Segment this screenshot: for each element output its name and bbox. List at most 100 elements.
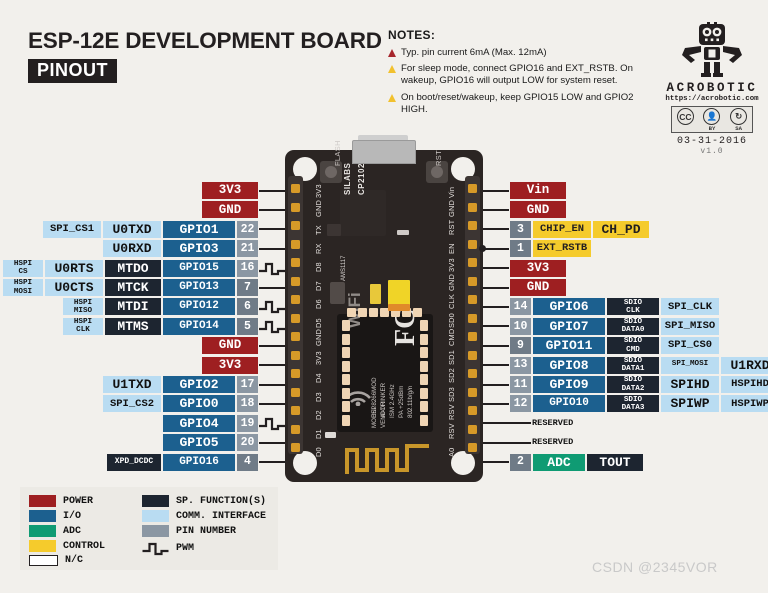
board-silk-label: D3 <box>314 391 323 402</box>
module-pad <box>342 360 350 372</box>
acrobotic-logo-block: ACROBOTIC https://acrobotic.com CCx 👤BY … <box>663 22 761 156</box>
pin-row-right: 1 EXT_RSTB <box>479 240 592 258</box>
pin-label-spiwp: SPIWP <box>661 395 719 413</box>
note-text: On boot/reset/wakeup, keep GPIO15 LOW an… <box>401 91 634 115</box>
pin-lead <box>483 228 509 231</box>
pin-row-right: 9 GPIO11 SDIO CMD SPI_CS0 <box>483 337 720 355</box>
header-pad <box>291 406 300 415</box>
pin-label-3v3: 3V3 <box>202 182 258 199</box>
board-silk-label: CLK <box>447 294 456 309</box>
module-pad <box>413 308 422 317</box>
warning-triangle-icon <box>388 49 396 57</box>
pin-label-adc: ADC <box>533 453 585 471</box>
header-pad <box>291 332 300 341</box>
notes-heading: NOTES: <box>388 28 436 42</box>
board-silk-label: RX <box>314 242 323 254</box>
pin-label-gpio14: GPIO14 <box>163 317 235 335</box>
transistor <box>327 224 341 236</box>
pin-row-right: 12 GPIO10 SDIO DATA3 SPIWP HSPIWP <box>483 395 768 413</box>
note-text: For sleep mode, connect GPIO16 and EXT_R… <box>401 63 633 87</box>
pin-number: 9 <box>510 337 531 355</box>
pin-lead <box>259 441 285 444</box>
pin-label-hspihd: HSPIHD <box>721 376 768 393</box>
module-spec-line: 802.11b/g/n <box>407 385 414 418</box>
header-pad <box>468 276 477 286</box>
regulator-label: AMS1117 <box>341 255 347 281</box>
legend-item: PIN NUMBER <box>142 525 236 537</box>
pin-row-left: HSPI MOSI U0CTS MTCK GPIO13 7 <box>2 279 285 296</box>
logo-version: v1.0 <box>700 147 724 156</box>
header-pad <box>291 387 300 397</box>
legend-label: PWM <box>176 543 195 554</box>
header-pad <box>291 295 300 304</box>
pin-label-gpio1: GPIO1 <box>163 220 235 238</box>
header-pad <box>468 202 477 212</box>
pin-lead <box>483 422 531 425</box>
acrobotic-wordmark: ACROBOTIC <box>666 81 758 95</box>
pin-label-gnd: GND <box>202 201 258 219</box>
pin-number: 16 <box>237 259 258 277</box>
cp2102-line1: SILABS <box>343 162 352 195</box>
legend-label: SP. FUNCTION(S) <box>176 495 267 507</box>
pin-row-left: XPD_DCDC GPIO16 4 <box>106 453 285 471</box>
pin-label-gpio2: GPIO2 <box>163 376 235 393</box>
board-silk-label: D6 <box>314 299 323 309</box>
pin-label-gpio12: GPIO12 <box>163 298 235 316</box>
header-pad <box>468 369 477 378</box>
board-silk-label: A0 <box>447 447 456 457</box>
pin-label-gnd: GND <box>202 337 258 355</box>
esp12e-board: WiFi FC ESP8266MODAI-THINKERISM 2.4GHzPA… <box>285 150 483 482</box>
board-silk-label: D4 <box>314 373 323 383</box>
board-silk-label: D1 <box>314 428 323 439</box>
note-item: On boot/reset/wakeup, keep GPIO15 LOW an… <box>388 92 653 116</box>
pin-label-u1rxd: U1RXD <box>721 356 768 374</box>
pin-row-left: U0RXD GPIO3 21 <box>102 240 285 258</box>
header-pad <box>468 332 477 341</box>
header-pad <box>291 276 300 286</box>
pin-label-gpio13: GPIO13 <box>163 279 235 296</box>
legend-item: N/C <box>29 555 83 566</box>
notes-list: Typ. pin current 6mA (Max. 12mA) For slee… <box>388 47 653 116</box>
pin-label-gpio3: GPIO3 <box>163 240 235 258</box>
pin-label-reserved: RESERVED <box>532 418 574 428</box>
pin-label-u0rxd: U0RXD <box>103 240 161 258</box>
pin-number: 1 <box>510 240 531 258</box>
capacitor-yellow-large <box>388 280 410 306</box>
module-pad <box>358 308 367 317</box>
pin-row-right: RESERVED <box>483 434 595 451</box>
pin-row-right: 3 CHIP_EN CH_PD <box>483 220 650 238</box>
pin-label-gpio5: GPIO5 <box>163 434 235 452</box>
board-silk-label: SD1 <box>447 349 456 365</box>
header-pad <box>291 350 300 360</box>
module-vendor-label: VENDOR <box>380 401 387 428</box>
pwm-icon <box>259 417 285 430</box>
legend-item: PWM <box>142 540 194 557</box>
legend-item: COMM. INTERFACE <box>142 510 266 522</box>
cc-by-icon: 👤 <box>703 108 721 125</box>
pin-row-left: GND <box>201 201 285 219</box>
header-pad <box>468 406 477 415</box>
header-pad <box>468 443 477 452</box>
pin-row-right: 10 GPIO7 SDIO DATA0 SPI_MISO <box>483 317 720 335</box>
ldo-regulator <box>330 282 345 304</box>
header-pad <box>468 239 477 249</box>
pin-number: 12 <box>510 395 531 413</box>
junction-dot <box>479 245 486 253</box>
pwm-icon <box>259 320 285 333</box>
pin-lead <box>483 364 509 367</box>
module-pad <box>347 308 356 317</box>
pin-number: 2 <box>510 453 531 471</box>
watermark: CSDN @2345VOR <box>592 559 718 575</box>
board-silk-label: GND <box>314 199 323 217</box>
pin-label-gpio8: GPIO8 <box>533 356 605 374</box>
legend-label: PIN NUMBER <box>176 525 237 537</box>
pin-label-spi-mosi: SPI_MOSI <box>661 356 719 374</box>
header-pad <box>291 184 300 193</box>
pin-label-spi-miso: SPI_MISO <box>661 317 719 335</box>
pin-label-gpio10: GPIO10 <box>533 395 605 413</box>
pin-label-mtdo: MTDO <box>105 259 161 277</box>
pin-number: 6 <box>237 298 258 316</box>
pin-number: 11 <box>510 376 531 393</box>
pin-label-spi-clk: SPI_CLK <box>661 298 719 316</box>
title-block: ESP-12E DEVELOPMENT BOARD PINOUT <box>28 28 382 83</box>
